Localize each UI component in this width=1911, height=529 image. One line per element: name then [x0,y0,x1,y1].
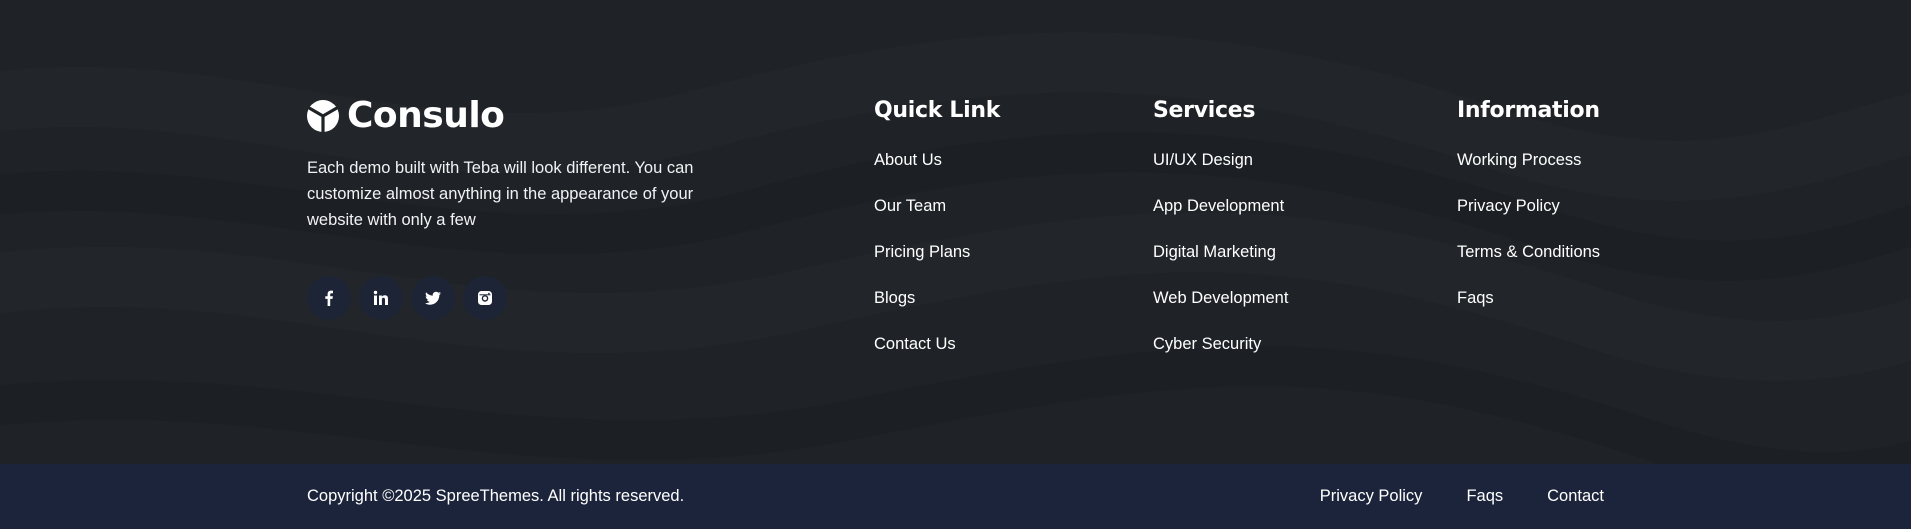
facebook-icon [325,290,333,306]
link-app-development[interactable]: App Development [1153,197,1284,215]
link-our-team[interactable]: Our Team [874,197,946,215]
link-privacy-policy[interactable]: Privacy Policy [1457,197,1560,215]
link-ui-ux-design[interactable]: UI/UX Design [1153,151,1253,169]
facebook-button[interactable] [307,276,351,320]
copyright-text: Copyright ©2025 SpreeThemes. All rights … [307,487,685,505]
link-cyber-security[interactable]: Cyber Security [1153,335,1261,353]
quick-link-list: About Us Our Team Pricing Plans Blogs Co… [874,150,1000,380]
brand-logo[interactable]: Consulo [307,95,505,136]
link-digital-marketing[interactable]: Digital Marketing [1153,243,1276,261]
information-heading: Information [1457,98,1600,123]
services-column: Services UI/UX Design App Development Di… [1153,96,1288,380]
information-list: Working Process Privacy Policy Terms & C… [1457,150,1600,334]
twitter-button[interactable] [411,276,455,320]
logo-mark-icon [307,100,339,132]
link-web-development[interactable]: Web Development [1153,289,1288,307]
instagram-button[interactable] [463,276,507,320]
site-footer: Consulo Each demo built with Teba will l… [0,0,1911,464]
services-list: UI/UX Design App Development Digital Mar… [1153,150,1288,380]
link-blogs[interactable]: Blogs [874,289,915,307]
link-about-us[interactable]: About Us [874,151,942,169]
about-description: Each demo built with Teba will look diff… [307,159,694,229]
social-links [307,276,507,320]
information-column: Information Working Process Privacy Poli… [1457,96,1600,334]
bottom-link-contact[interactable]: Contact [1547,486,1604,506]
instagram-icon [478,291,492,305]
quick-link-heading: Quick Link [874,98,1001,123]
bottom-nav: Privacy Policy Faqs Contact [1320,486,1604,506]
linkedin-icon [373,290,388,305]
link-pricing-plans[interactable]: Pricing Plans [874,243,970,261]
twitter-icon [425,291,441,305]
services-heading: Services [1153,98,1256,123]
link-contact-us[interactable]: Contact Us [874,335,956,353]
link-working-process[interactable]: Working Process [1457,151,1581,169]
quick-link-column: Quick Link About Us Our Team Pricing Pla… [874,96,1000,380]
brand-name: Consulo [347,95,505,136]
link-terms-conditions[interactable]: Terms & Conditions [1457,243,1600,261]
bottom-link-privacy-policy[interactable]: Privacy Policy [1320,486,1423,506]
link-faqs[interactable]: Faqs [1457,289,1494,307]
copyright-bar: Copyright ©2025 SpreeThemes. All rights … [0,464,1911,529]
bottom-link-faqs[interactable]: Faqs [1466,486,1503,506]
linkedin-button[interactable] [359,276,403,320]
